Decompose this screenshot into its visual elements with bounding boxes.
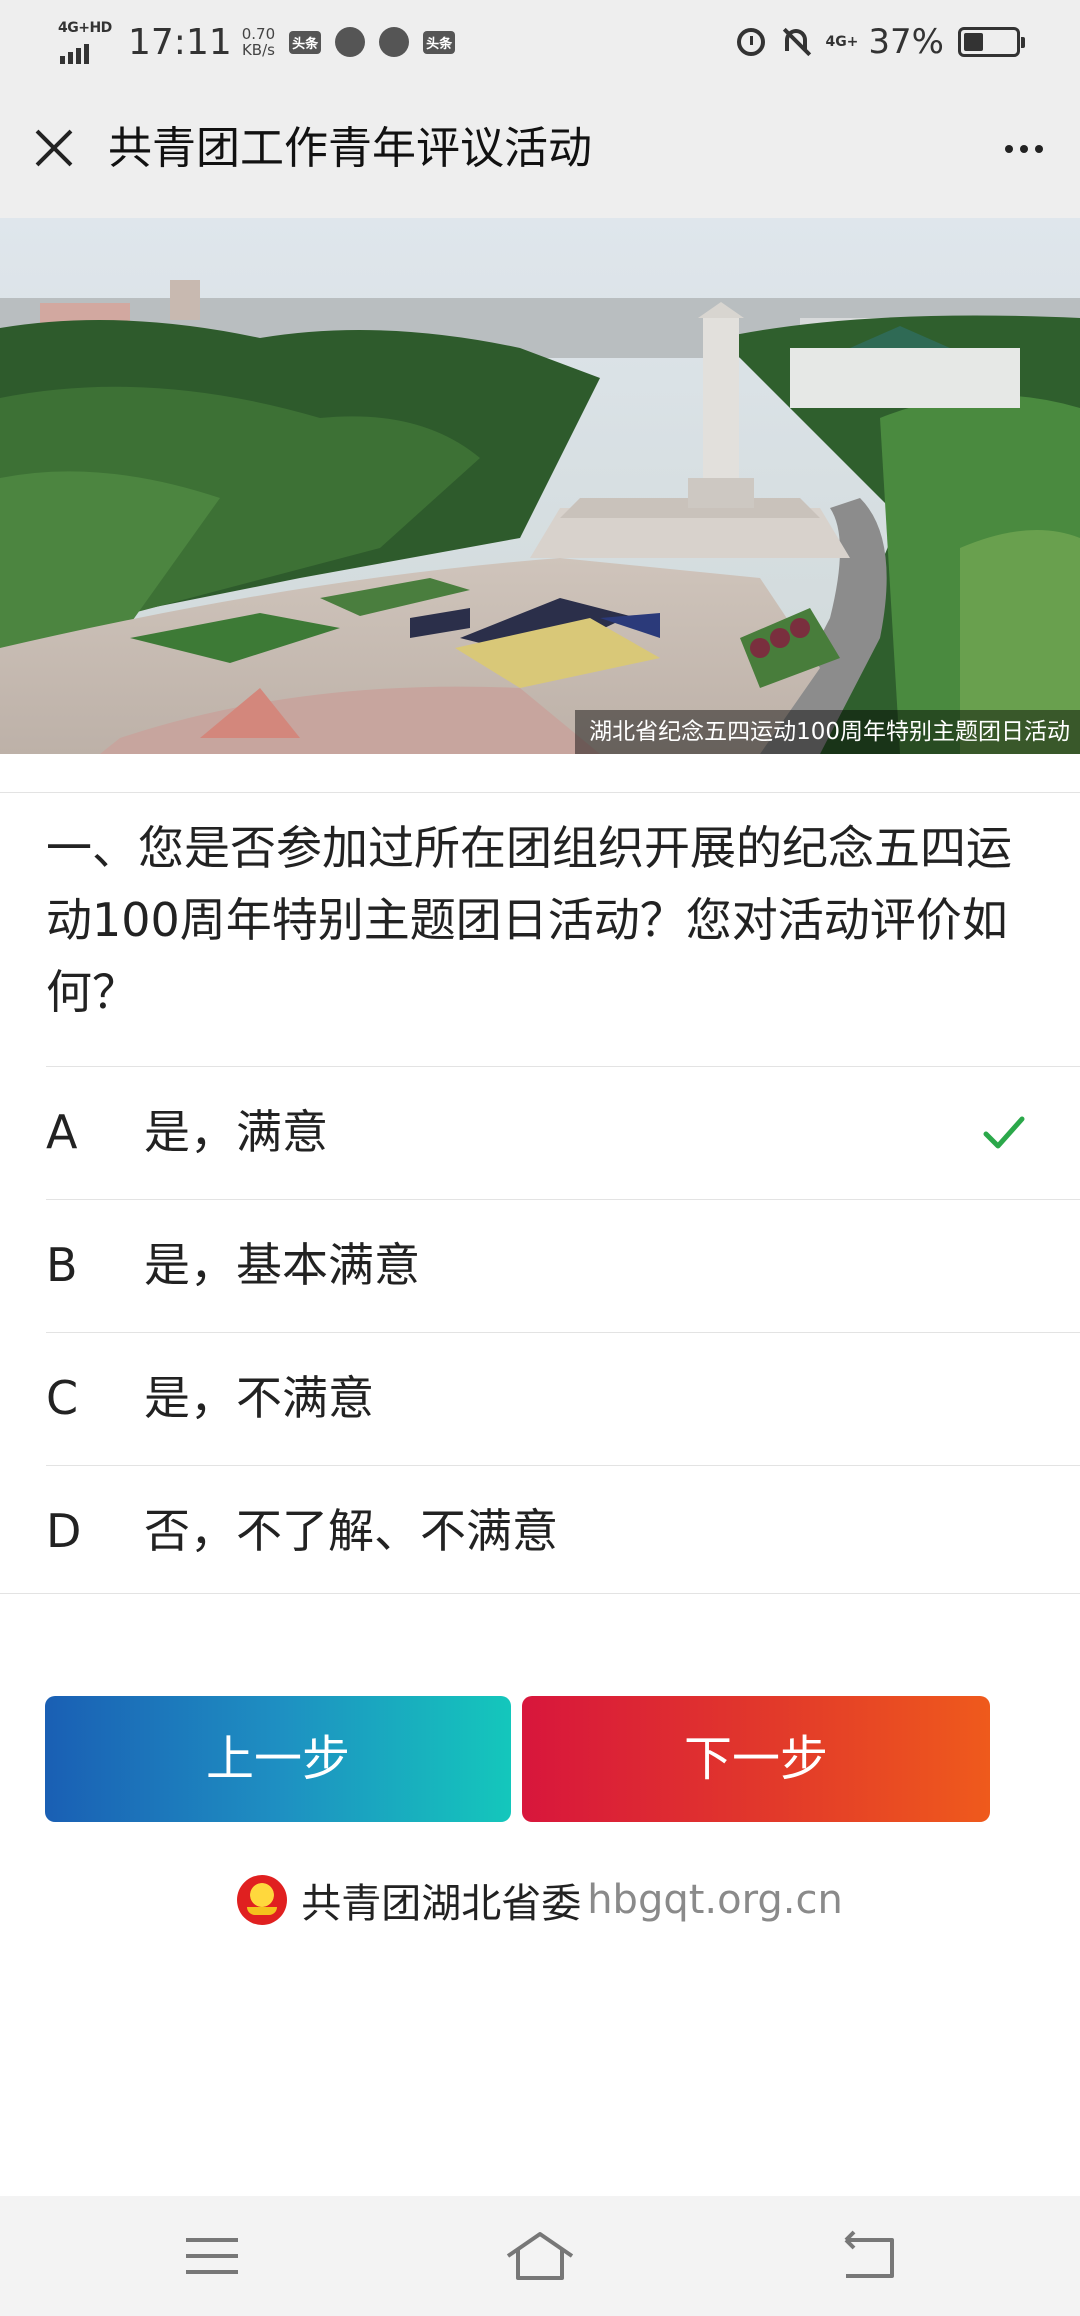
divider [0,1593,1080,1594]
option-letter: B [46,1238,78,1292]
option-letter: C [46,1371,79,1425]
toutiao-notification-icon-2: 头条 [423,30,456,54]
next-step-button[interactable]: 下一步 [522,1696,990,1822]
network-speed: 0.70 KB/s [242,26,275,58]
option-text: 是，满意 [144,1105,328,1159]
option-letter: D [46,1504,82,1558]
banner-photo [0,218,1080,754]
more-options-icon[interactable] [996,124,1052,174]
footer-org: 共青团湖北省委 [301,1881,582,1927]
battery-percent: 37% [868,22,944,62]
question-text: 一、您是否参加过所在团组织开展的纪念五四运动100周年特别主题团日活动？您对活动… [46,821,1012,1019]
system-nav-bar [0,2196,1080,2316]
option-a[interactable]: A 是，满意 [46,1066,1080,1199]
page-title: 共青团工作青年评议活动 [108,123,592,174]
previous-step-button[interactable]: 上一步 [45,1696,511,1822]
status-right: 4G+ 37% [737,14,1025,70]
divider [0,792,1080,793]
app-notification-icon [379,27,410,57]
options-list: A 是，满意 B 是，基本满意 C 是，不满意 D 否，不了解、不满意 [0,1066,1080,1598]
network-type: 4G+HD [58,20,112,36]
close-icon[interactable] [26,120,82,176]
banner-caption: 湖北省纪念五四运动100周年特别主题团日活动 [575,710,1080,754]
status-left: 4G+HD 17:11 0.70 KB/s 头条 头条 [58,14,456,70]
status-bar: 4G+HD 17:11 0.70 KB/s 头条 头条 4G+ 37% [0,0,1080,80]
battery-icon [958,27,1025,57]
alarm-icon [737,28,766,56]
mute-bell-icon [781,26,812,58]
footer-url[interactable]: hbgqt.org.cn [587,1877,843,1923]
option-c[interactable]: C 是，不满意 [46,1332,1080,1465]
youth-league-emblem-icon [237,1875,288,1925]
network-right: 4G+ [825,34,859,50]
option-text: 是，基本满意 [144,1238,420,1292]
menu-icon[interactable] [172,2226,252,2286]
toutiao-notification-icon: 头条 [289,30,322,54]
option-d[interactable]: D 否，不了解、不满意 [46,1465,1080,1598]
qq-notification-icon [335,27,366,57]
banner-image: 湖北省纪念五四运动100周年特别主题团日活动 [0,218,1080,754]
option-text: 否，不了解、不满意 [144,1504,558,1558]
option-b[interactable]: B 是，基本满意 [46,1199,1080,1332]
check-icon [983,1116,1025,1149]
back-icon[interactable] [830,2226,910,2286]
speed-value: 0.70 [241,25,276,43]
home-icon[interactable] [500,2226,580,2286]
signal-icon: 4G+HD [58,20,112,64]
speed-unit: KB/s [241,41,275,59]
option-text: 是，不满意 [144,1371,374,1425]
status-time: 17:11 [128,21,232,63]
footer: 共青团湖北省委 hbgqt.org.cn [0,1860,1080,1940]
battery-fill [964,33,983,51]
nav-bar: 共青团工作青年评议活动 [0,80,1080,218]
option-letter: A [46,1105,78,1159]
